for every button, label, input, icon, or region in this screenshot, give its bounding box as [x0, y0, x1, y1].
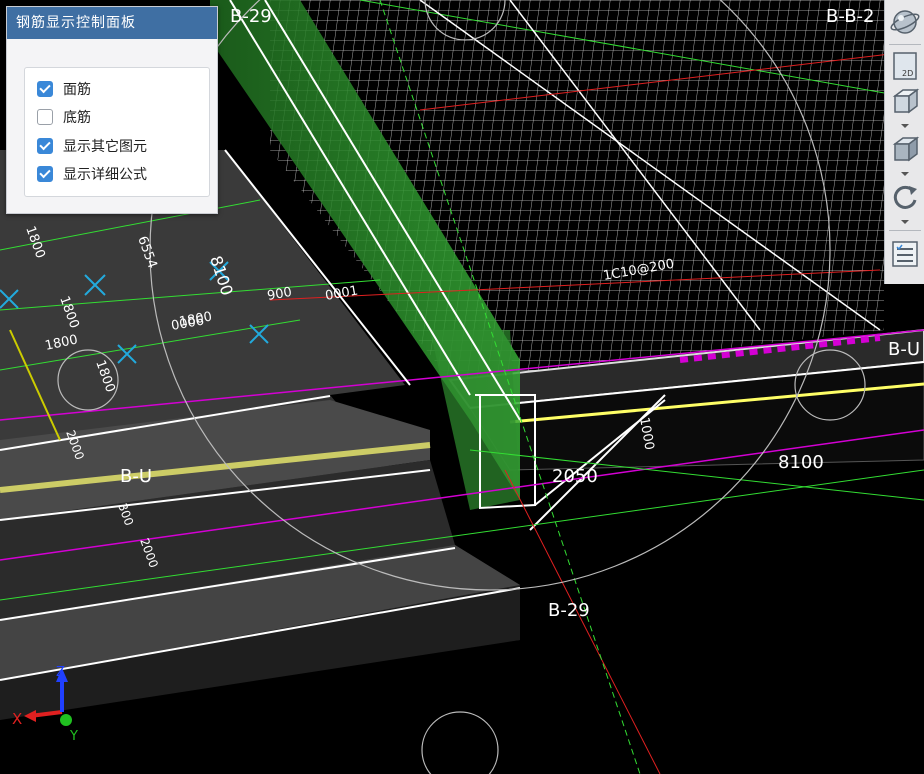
dim-2050: 2050: [552, 466, 598, 487]
grid-label-top-left: B-29: [230, 6, 272, 27]
option-label-bottom-rebar: 底筋: [63, 110, 91, 126]
checkbox-show-detailed-formula[interactable]: [37, 166, 53, 182]
checkbox-bottom-rebar[interactable]: [37, 109, 53, 125]
option-label-show-other-elements: 显示其它图元: [63, 139, 147, 155]
orbit-icon[interactable]: [889, 6, 921, 38]
dim-8100-right: 8100: [778, 452, 824, 473]
grid-label-bottom: B-29: [548, 600, 590, 621]
checkbox-show-other-elements[interactable]: [37, 138, 53, 154]
grid-label-top-right: B-B-2: [826, 6, 875, 27]
option-top-rebar[interactable]: 面筋: [37, 78, 91, 100]
view-2d-icon[interactable]: 2D: [889, 50, 921, 82]
chevron-down-icon[interactable]: [901, 220, 909, 224]
option-show-detailed-formula[interactable]: 显示详细公式: [37, 163, 147, 185]
layer-list-icon[interactable]: [889, 238, 921, 270]
option-show-other-elements[interactable]: 显示其它图元: [37, 135, 147, 157]
grid-label-left: B-U: [120, 466, 152, 487]
toolbar-separator: [889, 230, 921, 231]
panel-options-box: 面筋 底筋 显示其它图元 显示详细公式: [24, 67, 210, 197]
chevron-down-icon[interactable]: [901, 172, 909, 176]
view-toolbar: 2D: [884, 0, 924, 284]
rotate-icon[interactable]: [889, 182, 921, 214]
axis-y-label: Y: [69, 729, 78, 744]
cube-icon[interactable]: [889, 134, 921, 166]
view-3d-box-icon[interactable]: [889, 86, 921, 118]
toolbar-separator: [889, 44, 921, 45]
axis-x-label: X: [12, 710, 22, 728]
option-label-show-detailed-formula: 显示详细公式: [63, 167, 147, 183]
rebar-display-control-panel: 钢筋显示控制面板 面筋 底筋 显示其它图元 显示详细公式: [6, 6, 218, 214]
chevron-down-icon[interactable]: [901, 124, 909, 128]
panel-title: 钢筋显示控制面板: [7, 7, 217, 39]
axis-z-label: Z: [56, 665, 65, 680]
checkbox-top-rebar[interactable]: [37, 81, 53, 97]
grid-label-right: B-U: [888, 339, 920, 360]
mode-2d-label: 2D: [902, 69, 913, 78]
option-bottom-rebar[interactable]: 底筋: [37, 106, 91, 128]
option-label-top-rebar: 面筋: [63, 82, 91, 98]
